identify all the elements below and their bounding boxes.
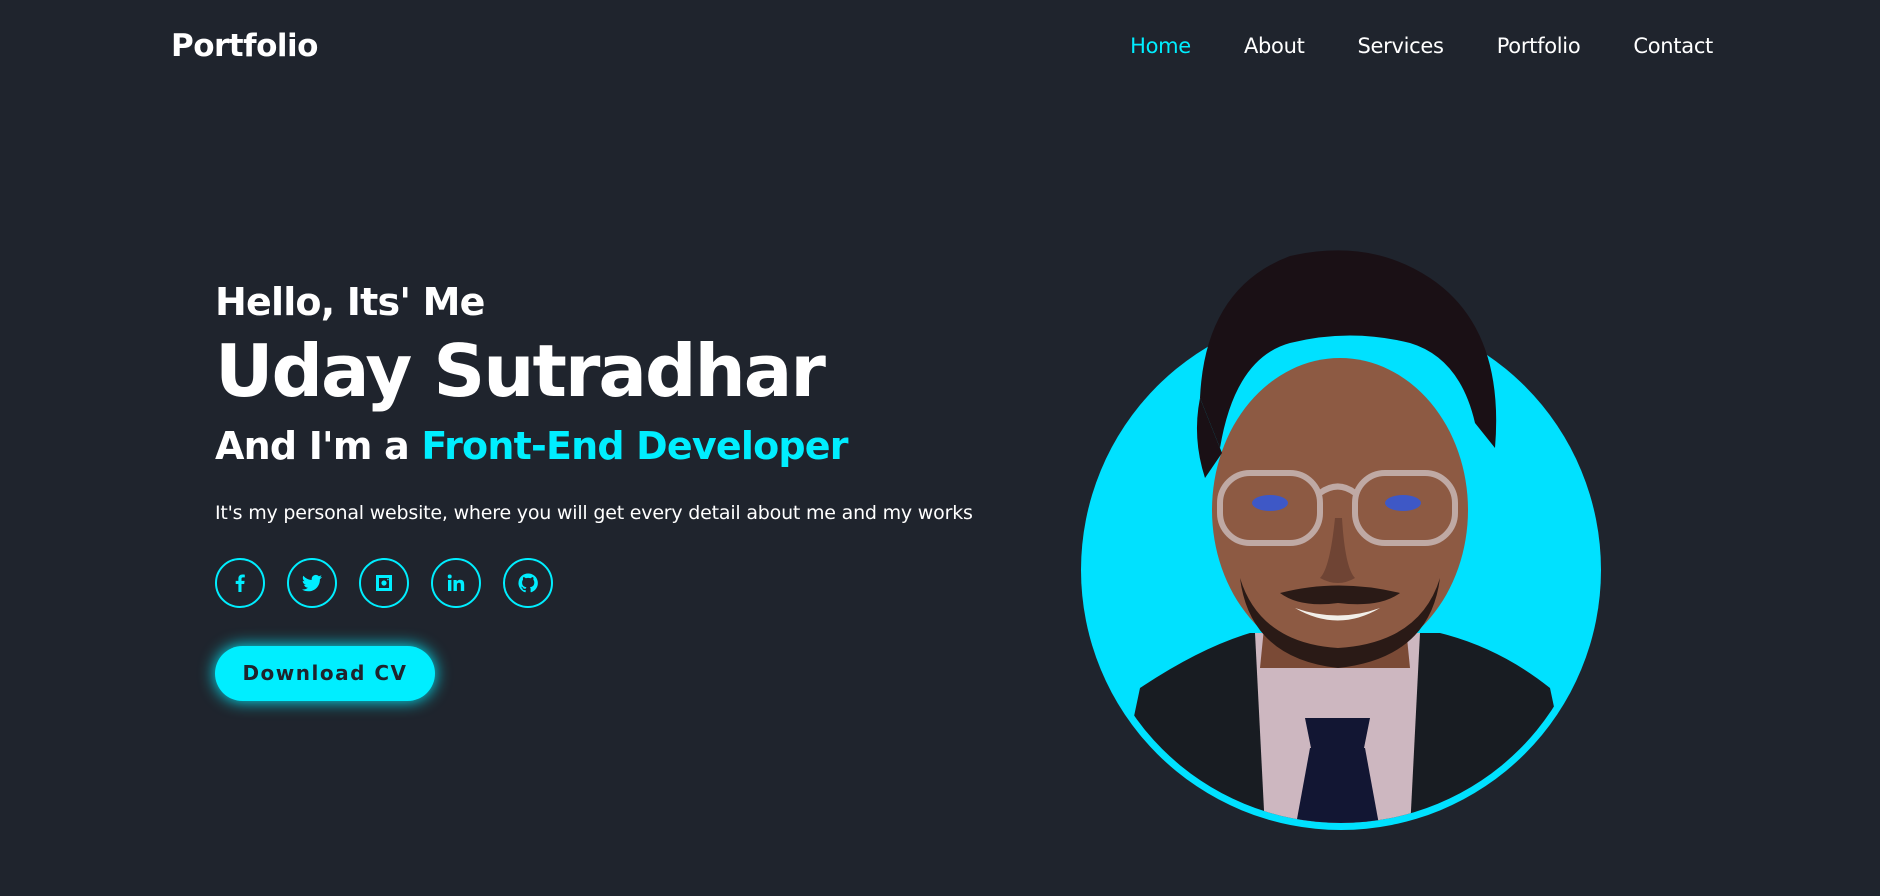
profile-photo bbox=[1081, 250, 1601, 830]
hero-content: Hello, Its' Me Uday Sutradhar And I'm a … bbox=[215, 280, 973, 701]
github-link[interactable] bbox=[503, 557, 553, 608]
nav-about[interactable]: About bbox=[1244, 34, 1305, 58]
hero-role: And I'm a Front-End Developer bbox=[215, 424, 973, 468]
linkedin-icon bbox=[447, 574, 465, 591]
twitter-link[interactable] bbox=[287, 557, 337, 608]
site-header: Portfolio Home About Services Portfolio … bbox=[0, 0, 1880, 92]
nav-home[interactable]: Home bbox=[1130, 34, 1191, 58]
facebook-link[interactable] bbox=[215, 557, 265, 608]
site-logo[interactable]: Portfolio bbox=[171, 28, 318, 64]
hero-name: Uday Sutradhar bbox=[215, 329, 826, 413]
social-links bbox=[215, 557, 973, 608]
github-icon bbox=[518, 573, 538, 592]
hero-greeting: Hello, Its' Me bbox=[215, 280, 485, 324]
hero-description: It's my personal website, where you will… bbox=[215, 501, 973, 524]
nav-contact[interactable]: Contact bbox=[1633, 34, 1713, 58]
facebook-icon bbox=[235, 574, 245, 592]
instagram-link[interactable] bbox=[359, 557, 409, 608]
instagram-icon bbox=[376, 574, 392, 591]
role-prefix: And I'm a bbox=[215, 423, 422, 468]
download-cv-button[interactable]: Download CV bbox=[215, 645, 435, 701]
role-highlight: Front-End Developer bbox=[421, 423, 848, 468]
linkedin-link[interactable] bbox=[431, 557, 481, 608]
twitter-icon bbox=[302, 574, 322, 591]
nav-services[interactable]: Services bbox=[1358, 34, 1444, 58]
nav-portfolio[interactable]: Portfolio bbox=[1497, 34, 1581, 58]
main-nav: Home About Services Portfolio Contact bbox=[1130, 34, 1713, 58]
